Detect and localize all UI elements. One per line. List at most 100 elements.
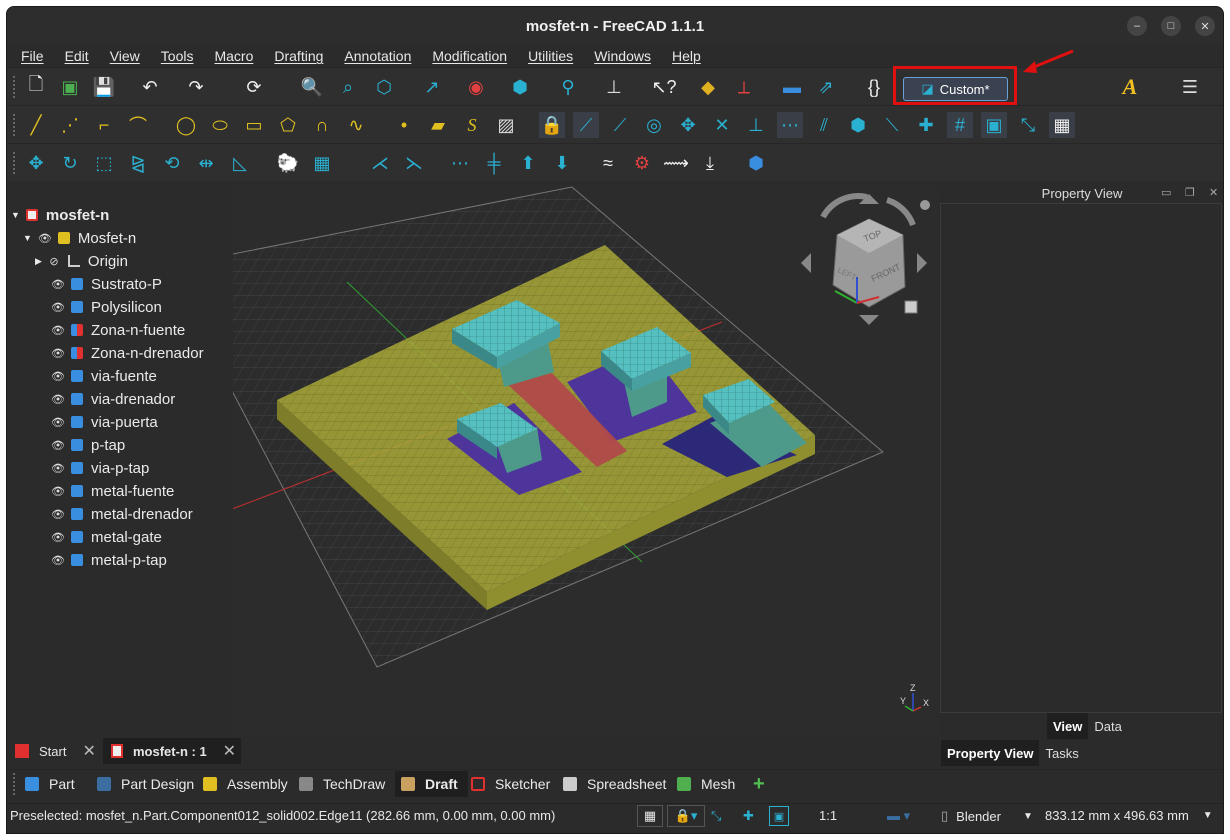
wb-part-design[interactable]: Part Design xyxy=(97,771,194,797)
toolbar-grip[interactable] xyxy=(13,152,17,174)
tree-item-metal-drenador[interactable]: 👁 metal-drenador xyxy=(51,503,193,525)
split-icon[interactable]: ⋋ xyxy=(401,150,427,176)
snap-parallel-icon[interactable]: ⫽ xyxy=(811,112,837,138)
visibility-eye-icon[interactable]: 👁 xyxy=(51,347,65,360)
tree-item-via-fuente[interactable]: 👁 via-fuente xyxy=(51,365,157,387)
wire-to-bspline-icon[interactable]: ≈ xyxy=(595,150,621,176)
snap-endpoint-icon[interactable]: ⟋ xyxy=(573,112,599,138)
minimize-icon[interactable]: – xyxy=(1127,16,1147,36)
snap-extension-icon[interactable]: ⋯ xyxy=(777,112,803,138)
wire-split-icon[interactable]: ╪ xyxy=(481,150,507,176)
bspline-icon[interactable]: ∩ xyxy=(309,112,335,138)
draft-to-drawing-icon[interactable]: ⟿ xyxy=(663,150,689,176)
maximize-icon[interactable]: □ xyxy=(1161,16,1181,36)
bezier-icon[interactable]: ∿ xyxy=(343,112,369,138)
wb-mesh[interactable]: Mesh xyxy=(677,771,735,797)
trimex-icon[interactable]: ◺ xyxy=(227,150,253,176)
expand-arrow-icon[interactable]: ▼ xyxy=(23,233,32,243)
offset-icon[interactable]: ⟲ xyxy=(159,150,185,176)
toggle-grid-icon[interactable]: ▦ xyxy=(1049,112,1075,138)
navigation-cube[interactable]: TOP FRONT LEFT xyxy=(801,193,930,325)
circle-icon[interactable]: ◯ xyxy=(173,112,199,138)
hidden-eye-icon[interactable]: ⊘ xyxy=(48,255,60,268)
redo-icon[interactable]: ↷ xyxy=(183,74,209,100)
tree-part[interactable]: ▼ 👁 Mosfet-n xyxy=(23,227,136,249)
tree-item-zona-n-drenador[interactable]: 👁 Zona-n-drenador xyxy=(51,342,204,364)
menu-help[interactable]: Help xyxy=(672,48,701,64)
clone-icon[interactable]: 🐑 xyxy=(275,150,301,176)
annotation-text-icon[interactable]: A xyxy=(1117,74,1143,100)
arc-icon[interactable]: ⌒ xyxy=(125,112,151,138)
tree-item-metal-fuente[interactable]: 👁 metal-fuente xyxy=(51,480,174,502)
visibility-eye-icon[interactable]: 👁 xyxy=(51,485,65,498)
snap-dimensions-status-icon[interactable]: ⤡ xyxy=(711,808,721,824)
nav-left-arrow-icon[interactable] xyxy=(801,253,811,273)
toolbar-grip[interactable] xyxy=(13,76,17,98)
wb-draft[interactable]: Draft xyxy=(395,771,468,797)
polyline-icon[interactable]: ⋰ xyxy=(57,112,83,138)
tree-item-zona-n-fuente[interactable]: 👁 Zona-n-fuente xyxy=(51,319,185,341)
dimensions-value[interactable]: 833.12 mm x 496.63 mm ▼ xyxy=(1045,808,1213,823)
visibility-eye-icon[interactable]: 👁 xyxy=(51,278,65,291)
rotate-icon[interactable]: ↻ xyxy=(57,150,83,176)
tree-item-p-tap[interactable]: 👁 p-tap xyxy=(51,434,125,456)
visibility-eye-icon[interactable]: 👁 xyxy=(51,301,65,314)
mirror-icon[interactable]: ⧎ xyxy=(125,150,151,176)
add-workbench-icon[interactable]: + xyxy=(753,771,765,797)
toolbar-grip[interactable] xyxy=(13,773,17,795)
workbench-box-icon[interactable]: ⬢ xyxy=(743,150,769,176)
upgrade-wire-icon[interactable]: ⋯ xyxy=(447,150,473,176)
visibility-eye-icon[interactable]: 👁 xyxy=(51,554,65,567)
tree-item-via-p-tap[interactable]: 👁 via-p-tap xyxy=(51,457,149,479)
snap-dimensions-icon[interactable]: ⤡ xyxy=(1015,112,1041,138)
hatch-icon[interactable]: ▨ xyxy=(493,112,519,138)
menu-edit[interactable]: Edit xyxy=(65,48,89,64)
fit-selection-icon[interactable]: ⌕ xyxy=(335,74,361,100)
panel-restore-icon[interactable]: ❐ xyxy=(1185,186,1195,199)
measure-icon[interactable]: ↗ xyxy=(419,74,445,100)
wb-techdraw[interactable]: TechDraw xyxy=(299,771,385,797)
visibility-eye-icon[interactable]: 👁 xyxy=(51,508,65,521)
tree-item-polysilicon[interactable]: 👁 Polysilicon xyxy=(51,296,162,318)
visibility-eye-icon[interactable]: 👁 xyxy=(51,462,65,475)
tree-item-via-puerta[interactable]: 👁 via-puerta xyxy=(51,411,158,433)
tab-start[interactable]: Start ✕ xyxy=(9,738,101,764)
open-document-icon[interactable]: ▣ xyxy=(57,74,83,100)
draw-style-icon[interactable]: ◉ xyxy=(463,74,489,100)
scale-icon[interactable]: ⬚ xyxy=(91,150,117,176)
wb-sketcher[interactable]: Sketcher xyxy=(471,771,550,797)
whats-this-icon[interactable]: ↖? xyxy=(651,74,677,100)
snap-grid-icon[interactable]: # xyxy=(947,112,973,138)
panel-close-icon[interactable]: ✕ xyxy=(1209,186,1218,199)
fit-all-icon[interactable]: 🔍 xyxy=(299,74,325,100)
join-icon[interactable]: ⋌ xyxy=(367,150,393,176)
snap-workingplane-icon[interactable]: ▣ xyxy=(981,112,1007,138)
array-icon[interactable]: ▦ xyxy=(309,150,335,176)
line-icon[interactable]: ╱ xyxy=(23,112,49,138)
menu-annotation[interactable]: Annotation xyxy=(344,48,411,64)
snap-center-icon[interactable]: ◎ xyxy=(641,112,667,138)
tree-item-metal-p-tap[interactable]: 👁 metal-p-tap xyxy=(51,549,167,571)
snap-angle-icon[interactable]: ✥ xyxy=(675,112,701,138)
lcs-icon[interactable]: ⟂ xyxy=(731,74,757,100)
snap-perpendicular-icon[interactable]: ⊥ xyxy=(743,112,769,138)
toolbar-grip[interactable] xyxy=(13,114,17,136)
snap-lock-icon[interactable]: 🔒 xyxy=(539,112,565,138)
menu-file[interactable]: File xyxy=(21,48,44,64)
tab-property-view[interactable]: Property View xyxy=(941,740,1040,766)
save-icon[interactable]: 💾 xyxy=(91,74,117,100)
visibility-eye-icon[interactable]: 👁 xyxy=(51,531,65,544)
tree-root[interactable]: ▼ mosfet-n xyxy=(11,204,109,226)
point-icon[interactable]: • xyxy=(391,112,417,138)
ellipse-icon[interactable]: ⬭ xyxy=(207,112,233,138)
workingplane-status-icon[interactable]: ▣ xyxy=(769,806,789,826)
scale-value[interactable]: 1:1 xyxy=(819,808,837,823)
property-list[interactable] xyxy=(940,203,1222,713)
move-icon[interactable]: ✥ xyxy=(23,150,49,176)
new-document-icon[interactable]: 🗋 xyxy=(23,74,49,100)
group-icon[interactable]: ▬ xyxy=(779,74,805,100)
view-mode-icon[interactable]: ▬ ▾ xyxy=(887,808,910,824)
close-tab-icon[interactable]: ✕ xyxy=(82,741,95,761)
fillet-icon[interactable]: ⌐ xyxy=(91,112,117,138)
snap-intersection-icon[interactable]: ✕ xyxy=(709,112,735,138)
